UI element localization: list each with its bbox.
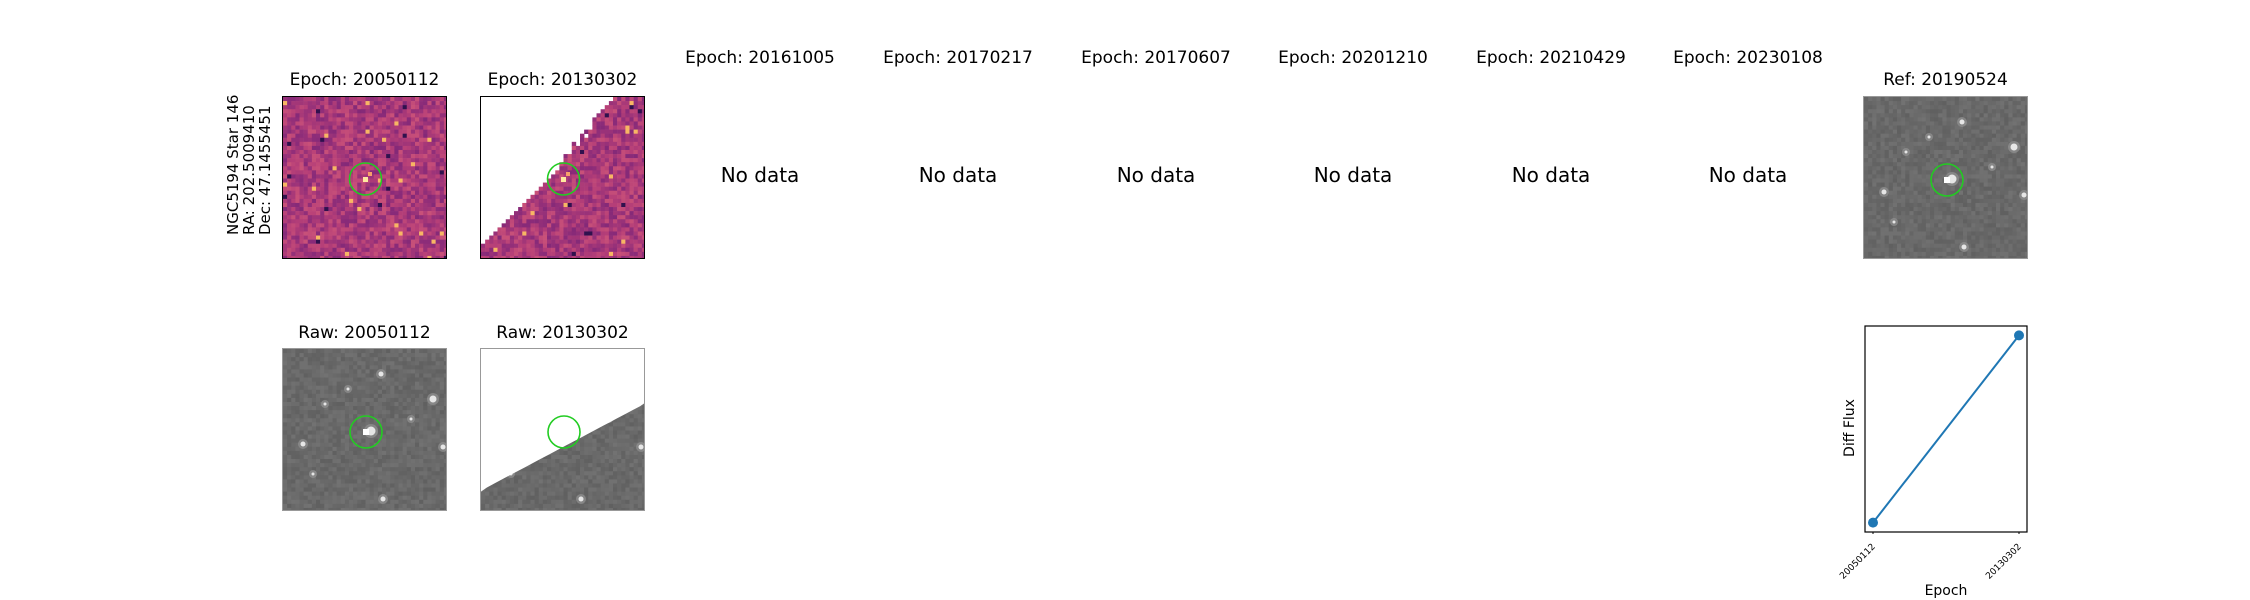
lightcurve-point [1868, 517, 1878, 528]
epoch-title-7: Epoch: 20210429 [1476, 48, 1626, 68]
star-ra: RA: 202.5009410 [240, 105, 258, 235]
epoch-title-1: Epoch: 20050112 [289, 70, 440, 90]
nodata-label-7: No data [1511, 163, 1591, 187]
star-name: NGC5194 Star 146 [224, 94, 242, 235]
raw-title-2: Raw: 20130302 [496, 323, 629, 343]
raw-title-1: Raw: 20050112 [298, 323, 431, 343]
nodata-label-8: No data [1708, 163, 1788, 187]
ref-title: Ref: 20190524 [1883, 70, 2008, 90]
nodata-label-6: No data [1313, 163, 1393, 187]
nodata-label-3: No data [720, 163, 800, 187]
epoch-title-6: Epoch: 20201210 [1278, 48, 1428, 68]
raw-image-epoch-1 [282, 348, 447, 511]
lightcurve-point [2014, 330, 2024, 341]
epoch-title-5: Epoch: 20170607 [1081, 48, 1231, 68]
star-dec: Dec: 47.1455451 [256, 105, 274, 235]
nodata-label-5: No data [1116, 163, 1196, 187]
epoch-title-4: Epoch: 20170217 [883, 48, 1033, 68]
lightcurve-ylabel: Diff Flux [1842, 399, 1858, 457]
epoch-title-3: Epoch: 20161005 [685, 48, 835, 68]
nodata-label-4: No data [918, 163, 998, 187]
lightcurve-xtick-label: 20130302 [1984, 542, 2024, 582]
lightcurve-xtick-label: 20050112 [1838, 542, 1878, 582]
diff-image-epoch-1 [282, 96, 447, 259]
diff-image-epoch-2 [480, 96, 645, 259]
reference-image [1863, 96, 2028, 259]
lightcurve-xlabel: Epoch [1924, 583, 1968, 599]
epoch-title-8: Epoch: 20230108 [1673, 48, 1823, 68]
lightcurve-plot [1863, 324, 2029, 534]
raw-image-epoch-2 [480, 348, 645, 511]
epoch-title-2: Epoch: 20130302 [487, 70, 638, 90]
